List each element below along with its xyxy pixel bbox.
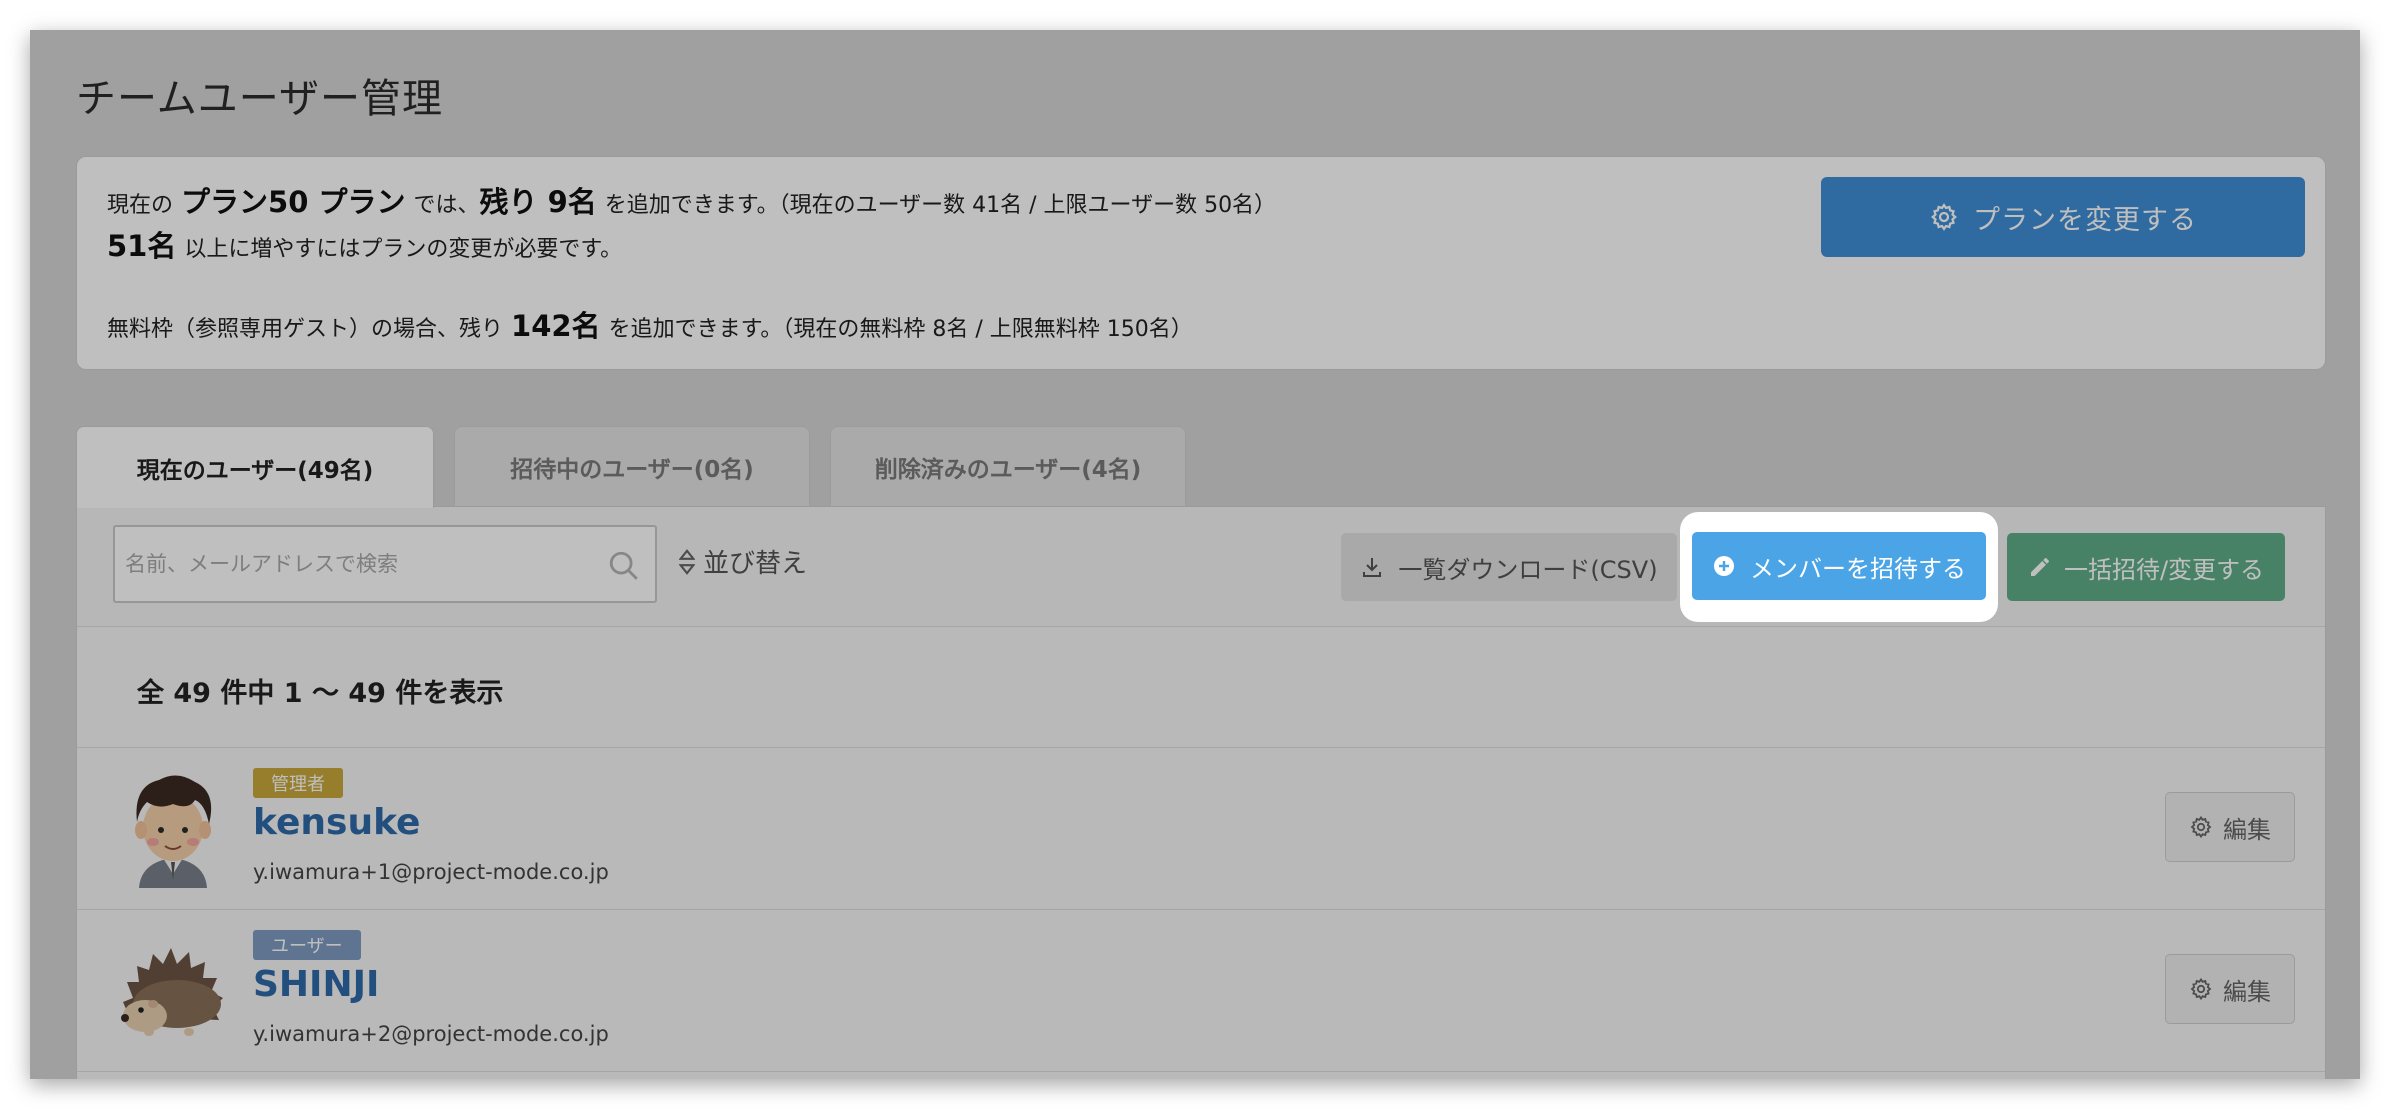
download-label: 一覧ダウンロード(CSV) [1398,555,1658,584]
plus-circle-icon [1714,556,1734,576]
user-email: y.iwamura+1@project-mode.co.jp [253,860,609,884]
change-plan-button[interactable]: プランを変更する [1821,177,2305,257]
plan-text: では、 [413,193,480,218]
tab-deleted-users[interactable]: 削除済みのユーザー(4名) [830,426,1186,506]
plan-text: 無料枠（参照専用ゲスト）の場合、残り [107,317,504,342]
invite-highlight: メンバーを招待する [1680,512,1998,622]
invite-member-button[interactable]: メンバーを招待する [1692,532,1986,600]
plan-name: プラン50 プラン [181,185,406,219]
search-box [113,525,657,603]
tab-label: 現在のユーザー(49名) [136,457,374,484]
edit-label: 編集 [2223,815,2271,844]
user-name[interactable]: kensuke [253,802,420,843]
gear-icon [2190,977,2212,1001]
plan-text: 現在の [107,193,174,218]
limit-count: 51名 [107,229,177,263]
bulk-invite-label: 一括招待/変更する [2063,555,2265,584]
search-input[interactable] [125,527,595,601]
edit-label: 編集 [2223,977,2271,1006]
tab-label: 削除済みのユーザー(4名) [874,456,1142,483]
sort-icon [679,548,695,575]
download-csv-button[interactable]: 一覧ダウンロード(CSV) [1341,533,1677,601]
role-badge: 管理者 [253,768,343,798]
app-content: チームユーザー管理 現在の プラン50 プラン では、残り 9名 を追加できます。（現… [30,30,2360,1079]
plan-text: 以上に増やすにはプランの変更が必要です。 [184,237,623,262]
sort-label: 並び替え [703,549,808,579]
free-remaining-count: 142名 [511,309,601,343]
result-count: 全 49 件中 1 〜 49 件を表示 [137,678,504,709]
plan-info-box: 現在の プラン50 プラン では、残り 9名 を追加できます。（現在のユーザー数 41… [76,156,2326,370]
plan-info-line-1: 現在の プラン50 プラン では、残り 9名 を追加できます。（現在のユーザー数 41… [107,179,1276,221]
gear-icon [1931,203,1957,231]
plan-info-line-3: 無料枠（参照専用ゲスト）の場合、残り 142名 を追加できます。（現在の無料枠 8名… [107,303,1193,345]
tab-label: 招待中のユーザー(0名) [510,456,754,483]
tab-invited-users[interactable]: 招待中のユーザー(0名) [454,426,810,506]
page-title: チームユーザー管理 [76,76,443,122]
gear-icon [2190,815,2212,839]
app-window: チームユーザー管理 現在の プラン50 プラン では、残り 9名 を追加できます。（現… [30,30,2360,1079]
plan-text: を追加できます。（現在のユーザー数 41名 / 上限ユーザー数 50名） [604,193,1277,218]
bulk-invite-button[interactable]: 一括招待/変更する [2007,533,2285,601]
user-name[interactable]: SHINJI [253,964,379,1005]
edit-button[interactable]: 編集 [2165,954,2295,1024]
sort-button[interactable]: 並び替え [679,543,807,580]
pencil-icon [2030,558,2049,576]
plan-text: を追加できます。（現在の無料枠 8名 / 上限無料枠 150名） [608,317,1193,342]
edit-button[interactable]: 編集 [2165,792,2295,862]
hedgehog-avatar [121,948,223,1036]
user-row: 管理者 kensuke y.iwamura+1@project-mode.co.… [77,748,2325,910]
invite-label: メンバーを招待する [1750,554,1966,583]
person-avatar [135,775,212,888]
remaining-count: 残り 9名 [479,185,597,219]
user-email: y.iwamura+2@project-mode.co.jp [253,1022,609,1046]
search-icon[interactable] [607,549,641,583]
download-icon [1363,558,1382,577]
role-badge: ユーザー [253,930,361,960]
tab-current-users[interactable]: 現在のユーザー(49名) [76,426,434,508]
change-plan-label: プランを変更する [1973,204,2197,236]
plan-info-line-2: 51名 以上に増やすにはプランの変更が必要です。 [107,223,622,265]
user-row: ユーザー SHINJI y.iwamura+2@project-mode.co.… [77,910,2325,1072]
